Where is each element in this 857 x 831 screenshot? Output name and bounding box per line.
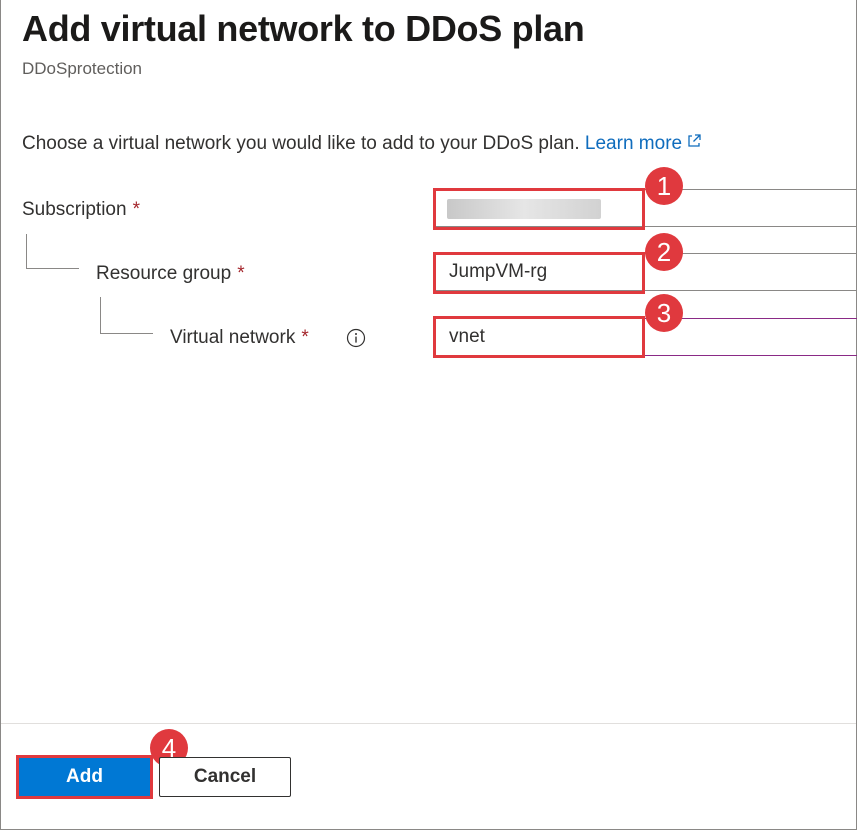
step-badge-3: 3 (645, 294, 683, 332)
required-marker: * (132, 199, 140, 220)
footer-divider (1, 723, 856, 724)
virtual-network-dropdown[interactable]: vnet (434, 318, 857, 356)
subscription-dropdown[interactable] (434, 189, 857, 227)
external-link-icon (686, 133, 702, 155)
dialog-frame (0, 0, 857, 830)
tree-connector (100, 297, 153, 334)
step-badge-1: 1 (645, 167, 683, 205)
tree-connector (26, 234, 79, 269)
add-button[interactable]: Add (18, 757, 151, 797)
description-text: Choose a virtual network you would like … (22, 133, 580, 154)
page-title: Add virtual network to DDoS plan (22, 8, 585, 49)
learn-more-link[interactable]: Learn more (585, 133, 702, 154)
page-subtitle: DDoSprotection (22, 59, 143, 78)
info-icon[interactable] (346, 328, 366, 353)
step-badge-2: 2 (645, 233, 683, 271)
cancel-button[interactable]: Cancel (159, 757, 291, 797)
subscription-label: Subscription * (22, 199, 140, 221)
required-marker: * (237, 263, 245, 284)
learn-more-label: Learn more (584, 133, 683, 154)
virtual-network-value: vnet (449, 326, 485, 347)
required-marker: * (301, 327, 309, 348)
subscription-label-text: Subscription (22, 199, 127, 220)
virtual-network-label-text: Virtual network (170, 327, 296, 348)
redacted-value (447, 199, 601, 219)
description: Choose a virtual network you would like … (22, 133, 702, 155)
resource-group-value: JumpVM-rg (449, 261, 548, 282)
virtual-network-label: Virtual network * (170, 327, 309, 349)
resource-group-label: Resource group * (96, 263, 245, 285)
resource-group-label-text: Resource group (96, 263, 232, 284)
